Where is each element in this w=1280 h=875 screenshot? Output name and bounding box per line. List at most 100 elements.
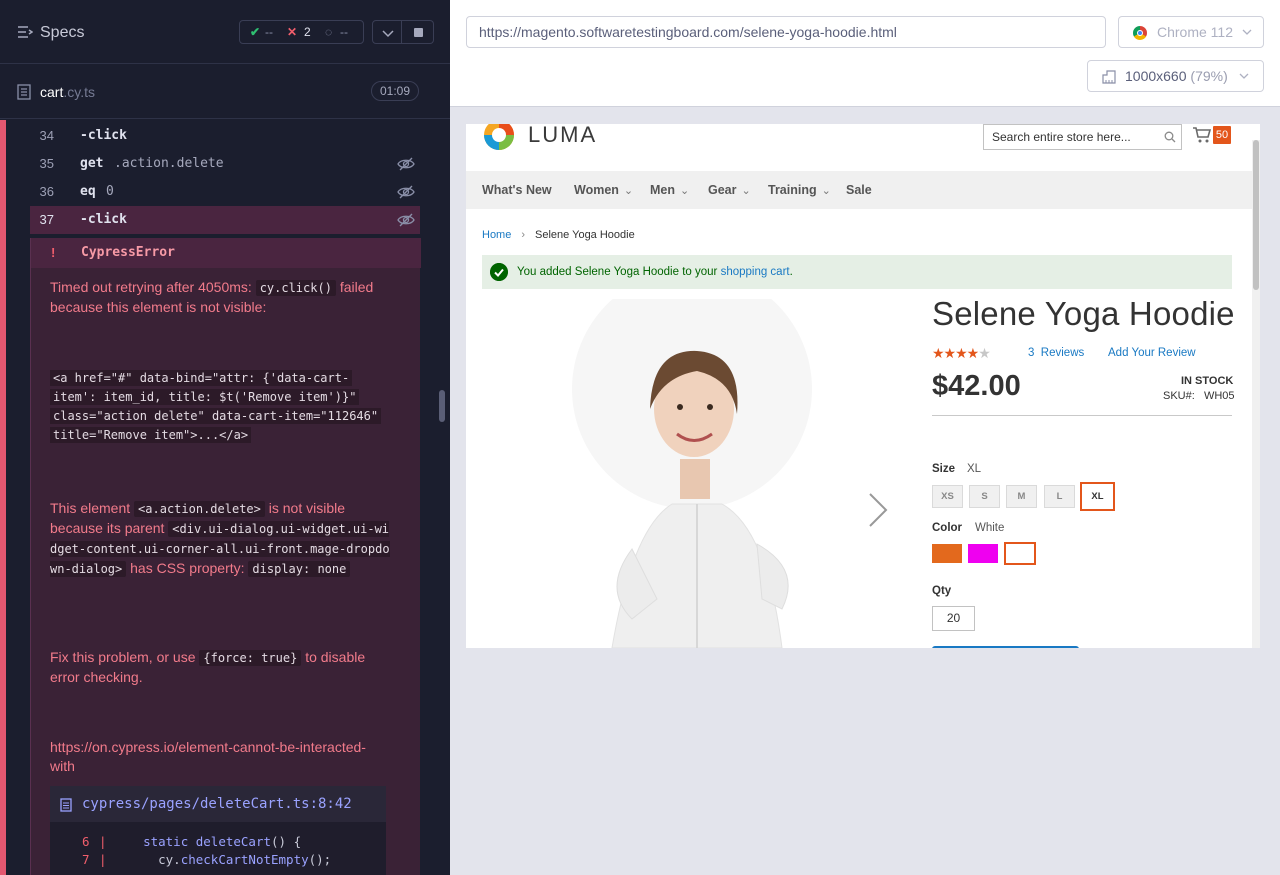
add-to-cart-button[interactable] — [932, 646, 1079, 648]
color-selected: White — [975, 522, 1005, 534]
reviews-link[interactable]: 3 Reviews — [1028, 347, 1084, 359]
size-swatch-xl[interactable]: XL — [1080, 482, 1115, 511]
reviews-label: Reviews — [1040, 347, 1085, 359]
line-number: 7 — [82, 852, 90, 867]
command-name: get — [80, 156, 104, 171]
error-text: Timed out retrying after 4050ms: — [50, 279, 256, 295]
options-dropdown-button[interactable] — [372, 20, 402, 44]
chevron-down-icon: ⌄ — [821, 185, 831, 197]
command-row[interactable]: 34 -click — [30, 122, 420, 150]
code-frame: 6 | static deleteCart() { 7 | cy.checkCa… — [50, 822, 386, 875]
breadcrumb: Home › Selene Yoga Hoodie — [482, 229, 635, 241]
command-arg: .action.delete — [114, 156, 224, 171]
size-swatch-l[interactable]: L — [1044, 485, 1075, 508]
nav-label: What's New — [482, 183, 552, 197]
command-number: 37 — [39, 212, 54, 227]
command-row-failed[interactable]: 37 -click — [30, 206, 420, 234]
code-frame-header[interactable]: cypress/pages/deleteCart.ts:8:42 — [50, 786, 386, 822]
document-icon — [60, 798, 72, 812]
error-message-3: Fix this problem, or use {force: true} t… — [50, 648, 395, 687]
viewport-label: 1000x660 (79%) — [1125, 61, 1228, 91]
test-stats: ✔ -- ✕ 2 ◌ -- — [239, 20, 364, 44]
aut-scrollbar[interactable] — [1252, 140, 1260, 648]
chevron-down-icon: ⌄ — [623, 185, 634, 197]
nav-item-sale[interactable]: Sale — [846, 183, 872, 197]
cart-icon[interactable] — [1192, 126, 1212, 144]
command-name: eq — [80, 184, 96, 199]
nav-item-training[interactable]: Training ⌄ — [768, 183, 831, 197]
nav-item-women[interactable]: Women ⌄ — [574, 183, 633, 197]
specs-header: Specs ✔ -- ✕ 2 ◌ -- — [0, 0, 450, 64]
color-label: Color — [932, 522, 963, 534]
error-text: has CSS property: — [126, 560, 249, 576]
luma-logo-icon[interactable] — [482, 124, 516, 152]
breadcrumb-home[interactable]: Home — [482, 229, 511, 241]
error-code: cy.click() — [255, 280, 336, 296]
html-line: title="Remove item">...</a> — [50, 427, 252, 443]
chevron-right-icon[interactable] — [866, 490, 890, 530]
color-swatch-orange[interactable] — [932, 544, 962, 563]
error-title: CypressError — [81, 245, 175, 260]
star-empty-icon: ★ — [978, 345, 991, 361]
add-review-link[interactable]: Add Your Review — [1108, 347, 1196, 359]
viewport-info[interactable]: 1000x660 (79%) — [1087, 60, 1264, 92]
specs-label[interactable]: Specs — [40, 24, 84, 42]
failed-test-indicator — [0, 120, 6, 875]
nav-label: Women — [574, 183, 619, 197]
command-name: -click — [80, 128, 127, 143]
spec-file-name[interactable]: cart.cy.ts — [40, 84, 95, 100]
qty-input[interactable]: 20 — [932, 606, 975, 631]
stop-button[interactable] — [402, 20, 434, 44]
search-placeholder: Search entire store here... — [992, 130, 1131, 144]
chevron-down-icon: ⌄ — [680, 185, 690, 197]
error-message-2: This element <a.action.delete> is not vi… — [50, 499, 395, 579]
divider — [932, 415, 1232, 416]
docs-link[interactable]: https://on.cypress.io/element-cannot-be-… — [50, 738, 380, 776]
command-log-panel: Specs ✔ -- ✕ 2 ◌ -- cart.cy.ts 01:09 34 … — [0, 0, 450, 875]
nav-label: Gear — [708, 183, 737, 197]
nav-item-whats-new[interactable]: What's New — [482, 183, 552, 197]
url-bar[interactable]: https://magento.softwaretestingboard.com… — [466, 16, 1106, 48]
pending-count: -- — [340, 25, 348, 39]
aut-header: https://magento.softwaretestingboard.com… — [450, 0, 1280, 107]
command-row[interactable]: 35 get .action.delete — [30, 150, 420, 178]
ruler-icon — [1102, 70, 1116, 84]
message-text: You added Selene Yoga Hoodie to your — [517, 266, 721, 278]
sku-label: SKU#: — [1163, 390, 1195, 402]
code-frame-path: cypress/pages/deleteCart.ts:8:42 — [82, 796, 352, 812]
error-code: {force: true} — [199, 650, 302, 666]
success-message: You added Selene Yoga Hoodie to your sho… — [482, 255, 1232, 289]
color-swatch-white[interactable] — [1004, 542, 1036, 565]
run-duration: 01:09 — [371, 81, 419, 101]
browser-label: Chrome 112 — [1157, 24, 1234, 40]
store-search-input[interactable]: Search entire store here... — [983, 124, 1182, 150]
nav-item-men[interactable]: Men ⌄ — [650, 183, 689, 197]
size-swatch-s[interactable]: S — [969, 485, 1000, 508]
command-row[interactable]: 36 eq 0 — [30, 178, 420, 206]
product-title: Selene Yoga Hoodie — [932, 295, 1235, 332]
luma-logo-text[interactable]: LUMA — [528, 124, 597, 148]
shopping-cart-link[interactable]: shopping cart — [721, 266, 790, 278]
nav-label: Sale — [846, 183, 872, 197]
src-rest: () { — [271, 834, 302, 849]
src-fn: deleteCart — [188, 834, 272, 849]
src-fn: checkCartNotEmpty — [180, 852, 309, 867]
nav-item-gear[interactable]: Gear ⌄ — [708, 183, 751, 197]
cart-count-badge[interactable]: 50 — [1213, 126, 1231, 144]
search-icon[interactable] — [1164, 131, 1176, 143]
spec-file-basename: cart — [40, 84, 64, 100]
color-swatch-purple[interactable] — [968, 544, 998, 563]
browser-selector[interactable]: Chrome 112 — [1118, 16, 1264, 48]
src-pre: cy. — [128, 852, 181, 867]
specs-list-icon[interactable] — [17, 24, 33, 40]
html-line: class="action delete" data-cart-item="11… — [50, 408, 382, 424]
chevron-right-icon: › — [521, 229, 526, 241]
spec-file-ext: .cy.ts — [63, 84, 95, 100]
nav-label: Training — [768, 183, 817, 197]
size-swatch-xs[interactable]: XS — [932, 485, 963, 508]
scrollbar-thumb[interactable] — [439, 390, 445, 422]
aut-scrollbar-thumb[interactable] — [1253, 140, 1259, 290]
product-image[interactable] — [482, 299, 902, 648]
error-code: <a.action.delete> — [134, 501, 265, 517]
size-swatch-m[interactable]: M — [1006, 485, 1037, 508]
